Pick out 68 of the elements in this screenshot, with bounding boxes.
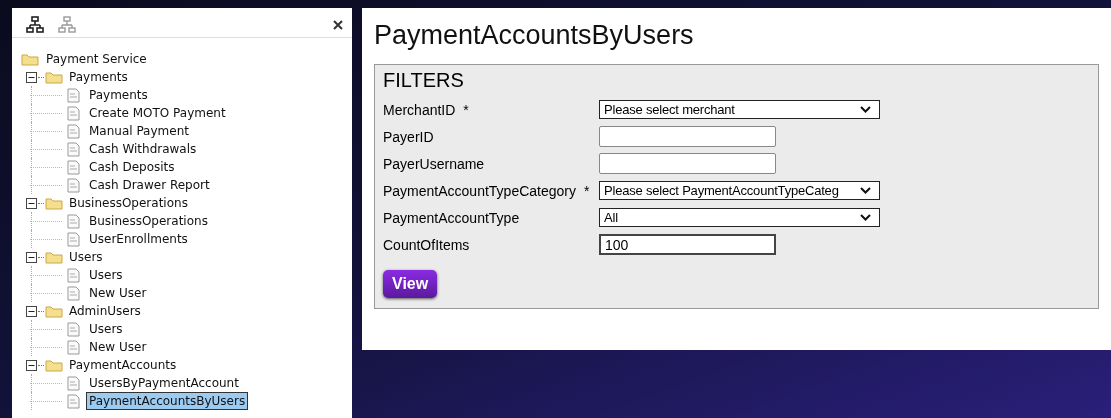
collapse-icon[interactable] <box>26 197 37 209</box>
tree-item[interactable]: New User <box>86 338 150 356</box>
document-icon <box>67 213 80 229</box>
tree-item[interactable]: Payments <box>66 68 131 86</box>
input-field[interactable] <box>599 126 776 147</box>
folder-icon <box>21 52 39 66</box>
collapse-icon[interactable] <box>26 305 37 317</box>
folder-icon <box>45 304 63 318</box>
document-icon <box>67 105 80 121</box>
required-mark: * <box>584 182 590 199</box>
tree-item[interactable]: Manual Payment <box>86 122 192 140</box>
document-icon <box>67 339 80 355</box>
input-field[interactable]: 100 <box>599 234 776 255</box>
tree-item[interactable]: Cash Deposits <box>86 158 178 176</box>
tree-item[interactable]: Users <box>86 320 126 338</box>
document-icon <box>67 177 80 193</box>
tree-item[interactable]: Cash Withdrawals <box>86 140 200 158</box>
document-icon <box>67 321 80 337</box>
folder-icon <box>45 358 63 372</box>
tree-item[interactable]: Payment Service <box>43 50 150 68</box>
chevron-down-icon <box>860 187 871 194</box>
tree-item[interactable]: Users <box>86 266 126 284</box>
tree-item[interactable]: Payments <box>86 86 151 104</box>
document-icon <box>67 141 80 157</box>
document-icon <box>67 231 80 247</box>
tree-item[interactable]: PaymentAccountsByUsers <box>86 392 249 410</box>
folder-icon <box>45 70 63 84</box>
tree-item[interactable]: Users <box>66 248 106 266</box>
document-icon <box>67 267 80 283</box>
collapse-icon[interactable] <box>26 359 37 371</box>
view-button[interactable]: View <box>383 270 438 298</box>
document-icon <box>67 123 80 139</box>
document-icon <box>67 159 80 175</box>
folder-icon <box>45 196 63 210</box>
expand-all-icon[interactable] <box>26 15 44 34</box>
document-icon <box>67 375 80 391</box>
tree-item[interactable]: UserEnrollments <box>86 230 191 248</box>
input-field[interactable] <box>599 153 776 174</box>
field-label: PaymentAccountType <box>383 209 520 226</box>
chevron-down-icon <box>860 106 871 113</box>
tree-item[interactable]: Cash Drawer Report <box>86 176 213 194</box>
required-mark: * <box>463 101 469 118</box>
tree-item[interactable]: UsersByPaymentAccount <box>86 374 242 392</box>
tree-item[interactable]: BusinessOperations <box>86 212 211 230</box>
collapse-all-icon[interactable] <box>58 15 76 34</box>
page-title: PaymentAccountsByUsers <box>374 20 695 51</box>
folder-icon <box>45 250 63 264</box>
dropdown[interactable]: Please select merchant <box>599 100 880 119</box>
field-label: PayerUsername <box>383 155 485 172</box>
document-icon <box>67 393 80 409</box>
field-label: MerchantID <box>383 101 456 118</box>
collapse-icon[interactable] <box>26 251 37 263</box>
tree-item[interactable]: New User <box>86 284 150 302</box>
tree-item[interactable]: AdminUsers <box>66 302 144 320</box>
close-icon[interactable] <box>333 19 343 30</box>
field-label: CountOfItems <box>383 236 470 253</box>
filters-heading: FILTERS <box>383 69 465 92</box>
tree-item[interactable]: BusinessOperations <box>66 194 191 212</box>
tree-item[interactable]: PaymentAccounts <box>66 356 180 374</box>
field-label: PaymentAccountTypeCategory <box>383 182 576 199</box>
field-label: PayerID <box>383 128 434 145</box>
document-icon <box>67 87 80 103</box>
chevron-down-icon <box>860 214 871 221</box>
dropdown[interactable]: All <box>599 208 880 227</box>
document-icon <box>67 285 80 301</box>
collapse-icon[interactable] <box>26 71 37 83</box>
dropdown[interactable]: Please select PaymentAccountTypeCateg <box>599 181 880 200</box>
tree-item[interactable]: Create MOTO Payment <box>86 104 229 122</box>
